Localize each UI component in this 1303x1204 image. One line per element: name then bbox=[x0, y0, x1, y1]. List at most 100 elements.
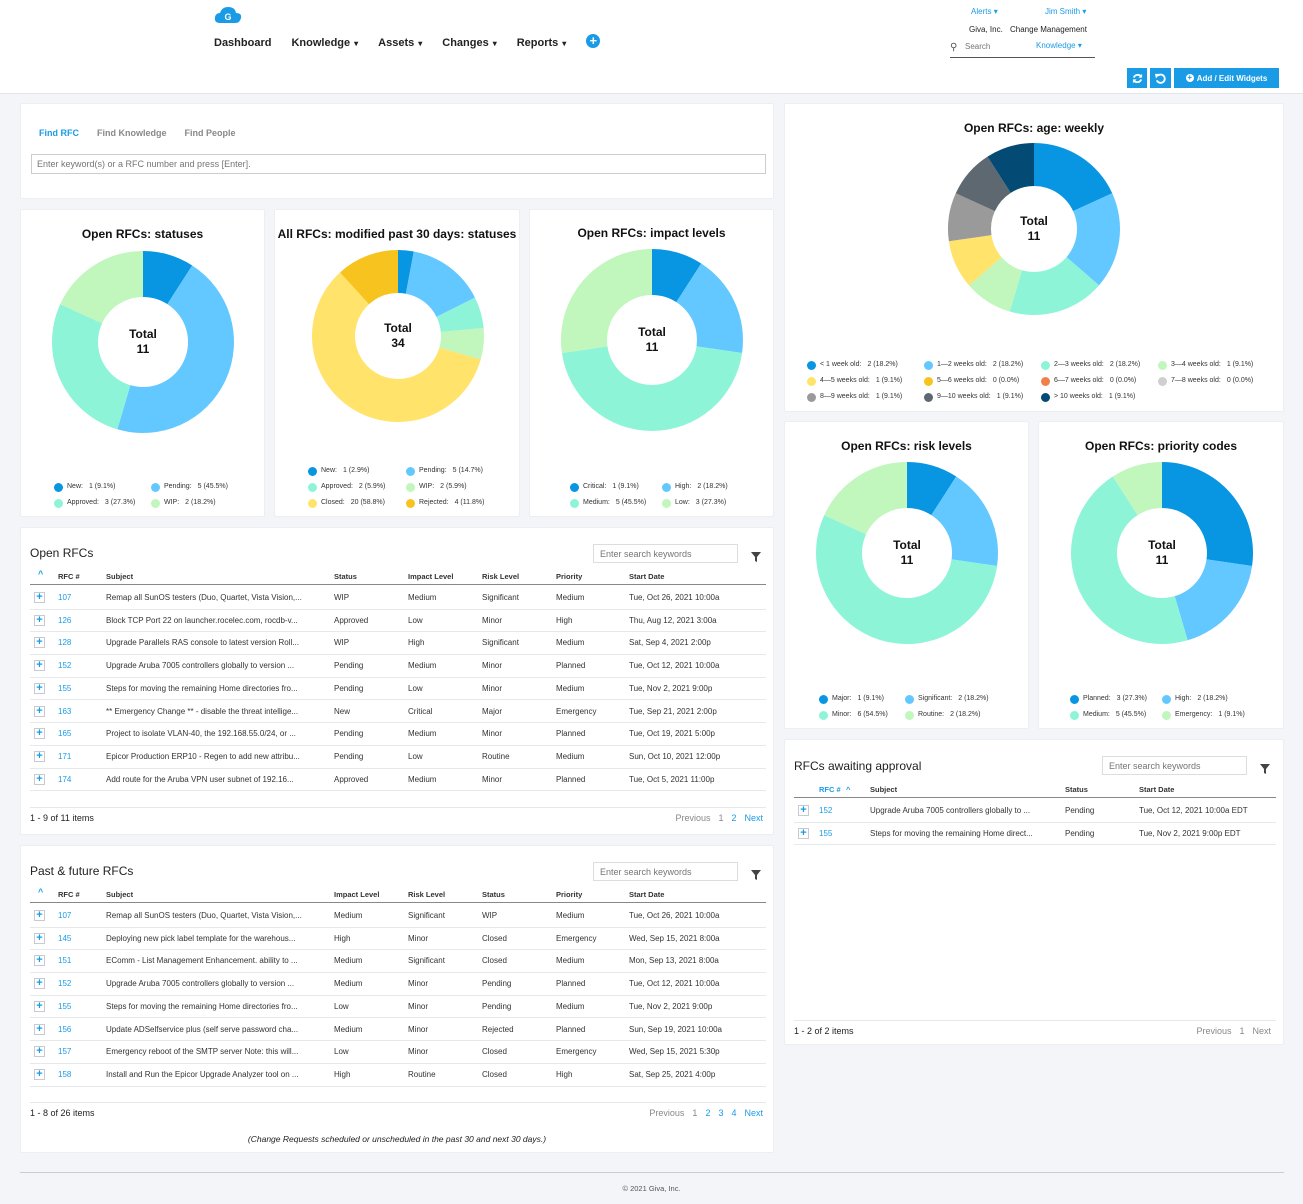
expand-row-icon[interactable]: + bbox=[34, 1023, 45, 1035]
table-row[interactable]: +126 Block TCP Port 22 on launcher.rocele… bbox=[30, 610, 766, 633]
legend-item[interactable]: Critical: 1 (9.1%) bbox=[570, 480, 639, 492]
expand-row-icon[interactable]: + bbox=[34, 932, 45, 944]
table-row[interactable]: +171 Epicor Production ERP10 - Regen to a… bbox=[30, 746, 766, 769]
table-row[interactable]: +157 Emergency reboot of the SMTP server … bbox=[30, 1041, 766, 1064]
page-1-button[interactable]: 1 bbox=[692, 1108, 697, 1118]
legend-item[interactable]: High: 2 (18.2%) bbox=[662, 480, 728, 492]
legend-item[interactable]: 2—3 weeks old: 2 (18.2%) bbox=[1041, 358, 1140, 370]
next-page-button[interactable]: Next bbox=[1252, 1026, 1271, 1036]
rfc-number-link[interactable]: 128 bbox=[58, 638, 71, 647]
legend-item[interactable]: 6—7 weeks old: 0 (0.0%) bbox=[1041, 374, 1136, 386]
legend-item[interactable]: Approved: 2 (5.9%) bbox=[308, 480, 385, 492]
legend-item[interactable]: Minor: 6 (54.5%) bbox=[819, 708, 888, 720]
rfc-number-link[interactable]: 155 bbox=[819, 829, 832, 838]
column-header[interactable]: Priority bbox=[556, 890, 582, 899]
expand-row-icon[interactable]: + bbox=[34, 978, 45, 990]
legend-item[interactable]: Low: 3 (27.3%) bbox=[662, 496, 726, 508]
next-page-button[interactable]: Next bbox=[744, 1108, 763, 1118]
tab-find-rfc[interactable]: Find RFC bbox=[39, 128, 79, 138]
expand-row-icon[interactable]: + bbox=[34, 1000, 45, 1012]
table-row[interactable]: +155 Steps for moving the remaining Home … bbox=[794, 823, 1276, 846]
rfc-number-link[interactable]: 155 bbox=[58, 1002, 71, 1011]
legend-item[interactable]: 5—6 weeks old: 0 (0.0%) bbox=[924, 374, 1019, 386]
find-rfc-input[interactable] bbox=[31, 154, 766, 174]
refresh-button[interactable] bbox=[1127, 68, 1147, 88]
legend-item[interactable]: Closed: 20 (58.8%) bbox=[308, 496, 385, 508]
user-menu[interactable]: Jim Smith ▾ bbox=[1045, 7, 1086, 16]
donut-slice[interactable] bbox=[561, 346, 743, 431]
rfc-number-link[interactable]: 107 bbox=[58, 593, 71, 602]
table-row[interactable]: +107 Remap all SunOS testers (Duo, Quarte… bbox=[30, 905, 766, 928]
expand-row-icon[interactable]: + bbox=[798, 827, 809, 839]
legend-item[interactable]: Major: 1 (9.1%) bbox=[819, 692, 884, 704]
table-row[interactable]: +165 Project to isolate VLAN-40, the 192.… bbox=[30, 723, 766, 746]
expand-row-icon[interactable]: + bbox=[34, 1046, 45, 1058]
tab-find-people[interactable]: Find People bbox=[185, 128, 236, 138]
rfc-number-link[interactable]: 107 bbox=[58, 911, 71, 920]
table-search-input[interactable] bbox=[593, 544, 738, 563]
column-header[interactable]: Status bbox=[334, 572, 357, 581]
column-header[interactable]: Start Date bbox=[629, 890, 664, 899]
expand-row-icon[interactable]: + bbox=[34, 614, 45, 626]
donut-slice[interactable] bbox=[51, 304, 131, 430]
rfc-number-link[interactable]: 163 bbox=[58, 707, 71, 716]
legend-item[interactable]: New: 1 (9.1%) bbox=[54, 480, 115, 492]
nav-item-reports[interactable]: Reports ▾ bbox=[517, 37, 567, 49]
table-row[interactable]: +163 ** Emergency Change ** - disable the… bbox=[30, 701, 766, 724]
expand-row-icon[interactable]: + bbox=[34, 773, 45, 785]
table-row[interactable]: +107 Remap all SunOS testers (Duo, Quarte… bbox=[30, 587, 766, 610]
rfc-number-link[interactable]: 165 bbox=[58, 729, 71, 738]
expand-row-icon[interactable]: + bbox=[34, 682, 45, 694]
table-row[interactable]: +156 Update ADSelfservice plus (self serv… bbox=[30, 1019, 766, 1042]
nav-item-assets[interactable]: Assets ▾ bbox=[378, 37, 422, 49]
legend-item[interactable]: New: 1 (2.9%) bbox=[308, 464, 369, 476]
legend-item[interactable]: Medium: 5 (45.5%) bbox=[570, 496, 646, 508]
legend-item[interactable]: 7—8 weeks old: 0 (0.0%) bbox=[1158, 374, 1253, 386]
table-row[interactable]: +151 EComm - List Management Enhancement.… bbox=[30, 950, 766, 974]
expand-row-icon[interactable]: + bbox=[34, 750, 45, 762]
add-new-icon[interactable]: + bbox=[586, 34, 601, 48]
column-header[interactable]: Start Date bbox=[1139, 785, 1174, 794]
page-1-button[interactable]: 1 bbox=[1239, 1026, 1244, 1036]
previous-page-button[interactable]: Previous bbox=[1196, 1026, 1231, 1036]
page-1-button[interactable]: 1 bbox=[718, 813, 723, 823]
previous-page-button[interactable]: Previous bbox=[649, 1108, 684, 1118]
page-2-button[interactable]: 2 bbox=[731, 813, 736, 823]
expand-row-icon[interactable]: + bbox=[34, 592, 45, 603]
expand-row-icon[interactable]: + bbox=[34, 955, 45, 967]
legend-item[interactable]: WIP: 2 (5.9%) bbox=[406, 480, 467, 492]
table-row[interactable]: +158 Install and Run the Epicor Upgrade A… bbox=[30, 1064, 766, 1087]
legend-item[interactable]: > 10 weeks old: 1 (9.1%) bbox=[1041, 390, 1135, 402]
expand-row-icon[interactable]: + bbox=[798, 805, 809, 816]
legend-item[interactable]: 1—2 weeks old: 2 (18.2%) bbox=[924, 358, 1023, 370]
sort-asc-icon[interactable]: ^ bbox=[38, 569, 43, 579]
column-header[interactable]: RFC # bbox=[819, 785, 841, 794]
rfc-number-link[interactable]: 126 bbox=[58, 616, 71, 625]
global-search-input[interactable] bbox=[965, 42, 1025, 51]
search-scope-select[interactable]: Knowledge ▾ bbox=[1036, 41, 1082, 50]
donut-slice[interactable] bbox=[1174, 559, 1253, 641]
column-header[interactable]: Subject bbox=[870, 785, 897, 794]
column-header[interactable]: Impact Level bbox=[408, 572, 453, 581]
page-2-button[interactable]: 2 bbox=[705, 1108, 710, 1118]
table-row[interactable]: +145 Deploying new pick label template fo… bbox=[30, 928, 766, 951]
legend-item[interactable]: < 1 week old: 2 (18.2%) bbox=[807, 358, 898, 370]
table-row[interactable]: +152 Upgrade Aruba 7005 controllers globa… bbox=[794, 800, 1276, 823]
reset-button[interactable] bbox=[1150, 68, 1171, 88]
column-header[interactable]: Subject bbox=[106, 572, 133, 581]
nav-item-changes[interactable]: Changes ▾ bbox=[442, 37, 496, 49]
column-header[interactable]: Priority bbox=[556, 572, 582, 581]
next-page-button[interactable]: Next bbox=[744, 813, 763, 823]
legend-item[interactable]: 4—5 weeks old: 1 (9.1%) bbox=[807, 374, 902, 386]
legend-item[interactable]: High: 2 (18.2%) bbox=[1162, 692, 1228, 704]
table-row[interactable]: +152 Upgrade Aruba 7005 controllers globa… bbox=[30, 655, 766, 678]
column-header[interactable]: RFC # bbox=[58, 890, 80, 899]
expand-row-icon[interactable]: + bbox=[34, 705, 45, 717]
legend-item[interactable]: Significant: 2 (18.2%) bbox=[905, 692, 989, 704]
rfc-number-link[interactable]: 171 bbox=[58, 752, 71, 761]
table-row[interactable]: +128 Upgrade Parallels RAS console to lat… bbox=[30, 632, 766, 656]
column-header[interactable]: Subject bbox=[106, 890, 133, 899]
column-header[interactable]: Start Date bbox=[629, 572, 664, 581]
filter-icon[interactable] bbox=[751, 549, 761, 562]
nav-item-dashboard[interactable]: Dashboard bbox=[214, 37, 271, 49]
